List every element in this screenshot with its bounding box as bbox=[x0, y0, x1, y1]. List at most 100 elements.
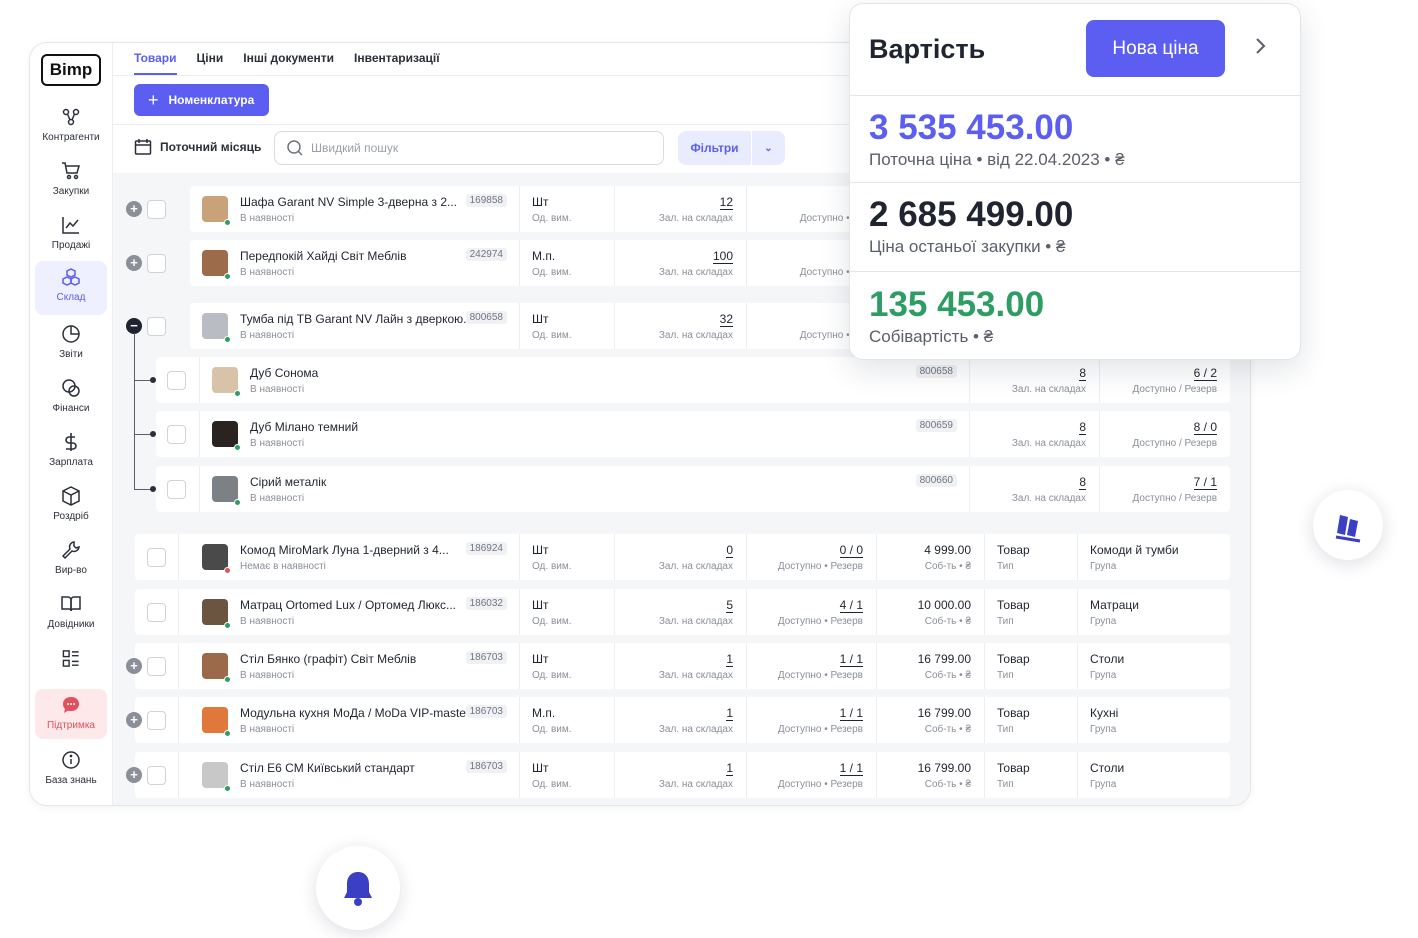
type-cell: Товар Тип bbox=[985, 643, 1078, 689]
new-price-button[interactable]: Нова ціна bbox=[1086, 20, 1225, 77]
sidebar-item-knowledge-base[interactable]: База знань bbox=[35, 744, 107, 794]
variant-name[interactable]: Сірий металік bbox=[250, 475, 326, 489]
sidebar-item-contacts[interactable]: Контрагенти bbox=[35, 101, 107, 151]
cell-value: 16 799.00 bbox=[918, 706, 971, 720]
sidebar-item-reports[interactable]: Звіти bbox=[35, 318, 107, 368]
product-cell[interactable]: Модульна кухня МоДа / MoDa VIP-master В н… bbox=[190, 697, 520, 743]
sidebar-item-support[interactable]: Підтримка bbox=[35, 689, 107, 739]
product-name[interactable]: Тумба під ТВ Garant NV Лайн з дверкою... bbox=[240, 312, 473, 326]
product-cell[interactable]: Передпокій Хайді Світ Меблів В наявності 2… bbox=[190, 240, 520, 286]
collapse-toggle[interactable]: − bbox=[126, 318, 142, 334]
variant-row[interactable]: Сірий металік В наявності 800660 8 Зал. на с… bbox=[156, 466, 1230, 512]
chart-line-icon bbox=[62, 217, 79, 234]
cell-value: 8 bbox=[1079, 420, 1086, 435]
cell-label: Доступно • Резерв bbox=[777, 616, 863, 627]
tab-products[interactable]: Товари bbox=[134, 51, 177, 75]
chevron-right-icon[interactable] bbox=[1250, 36, 1270, 56]
table-row[interactable]: Матрац Ortomed Lux / Ортомед Люкс... В на… bbox=[135, 589, 1230, 635]
cell-label: Група bbox=[1090, 561, 1117, 572]
cell-label: Од. вим. bbox=[532, 616, 572, 627]
table-row[interactable]: Стіл Е6 СМ Київський стандарт В наявності… bbox=[135, 752, 1230, 798]
type-cell: Товар Тип bbox=[985, 534, 1078, 580]
product-cell[interactable]: Комод MiroMark Луна 1-дверний з 4... Нема… bbox=[190, 534, 520, 580]
logo[interactable]: Bimp bbox=[41, 54, 101, 86]
table-row[interactable]: Шафа Garant NV Simple 3-дверна з 2... В н… bbox=[190, 186, 910, 232]
variant-row[interactable]: Дуб Мілано темний В наявності 800659 8 Зал. … bbox=[156, 411, 1230, 457]
product-name[interactable]: Комод MiroMark Луна 1-дверний з 4... bbox=[240, 543, 449, 557]
row-checkbox[interactable] bbox=[147, 317, 166, 336]
product-name[interactable]: Шафа Garant NV Simple 3-дверна з 2... bbox=[240, 195, 457, 209]
product-name[interactable]: Матрац Ortomed Lux / Ортомед Люкс... bbox=[240, 598, 456, 612]
product-code: 186703 bbox=[465, 705, 507, 718]
row-checkbox[interactable] bbox=[147, 766, 166, 785]
row-checkbox[interactable] bbox=[147, 657, 166, 676]
sidebar-item-salary[interactable]: Зарплата bbox=[35, 426, 107, 476]
sidebar-item-finance[interactable]: Фінанси bbox=[35, 372, 107, 422]
tab-inventory[interactable]: Інвентаризації bbox=[354, 51, 440, 75]
cell-label: Зал. на складах bbox=[1011, 493, 1086, 504]
table-row[interactable]: Передпокій Хайді Світ Меблів В наявності 2… bbox=[190, 240, 910, 286]
product-cell[interactable]: Шафа Garant NV Simple 3-дверна з 2... В н… bbox=[190, 186, 520, 232]
row-checkbox[interactable] bbox=[167, 480, 186, 499]
cell-label: Од. вим. bbox=[532, 213, 572, 224]
row-checkbox[interactable] bbox=[147, 548, 166, 567]
product-name[interactable]: Передпокій Хайді Світ Меблів bbox=[240, 249, 406, 263]
cell-label: Група bbox=[1090, 616, 1117, 627]
product-cell[interactable]: Дуб Сонома В наявності 800658 bbox=[200, 357, 970, 403]
cell-label: Зал. на складах bbox=[1011, 384, 1086, 395]
product-thumbnail bbox=[202, 196, 228, 222]
product-cell[interactable]: Матрац Ortomed Lux / Ортомед Люкс... В на… bbox=[190, 589, 520, 635]
expand-toggle[interactable]: + bbox=[126, 658, 142, 674]
tab-other-documents[interactable]: Інші документи bbox=[243, 51, 334, 75]
sidebar-item-sales[interactable]: Продажі bbox=[35, 209, 107, 259]
expand-toggle[interactable]: + bbox=[126, 201, 142, 217]
brand-floating-button[interactable] bbox=[1313, 490, 1383, 560]
row-checkbox[interactable] bbox=[147, 711, 166, 730]
product-cell[interactable]: Тумба під ТВ Garant NV Лайн з дверкою...… bbox=[190, 303, 520, 349]
row-checkbox[interactable] bbox=[147, 603, 166, 622]
stock-cell: 1 Зал. на складах bbox=[615, 752, 747, 798]
sidebar-item-production[interactable]: Вир-во bbox=[35, 534, 107, 584]
table-row[interactable]: Модульна кухня МоДа / MoDa VIP-master В н… bbox=[135, 697, 1230, 743]
unit-cell: Шт Од. вим. bbox=[520, 186, 615, 232]
product-cell[interactable]: Стіл Е6 СМ Київський стандарт В наявності… bbox=[190, 752, 520, 798]
expand-toggle[interactable]: + bbox=[126, 255, 142, 271]
chevron-down-icon[interactable]: ⌄ bbox=[752, 143, 785, 154]
sidebar-item-directories[interactable]: Довідники bbox=[35, 588, 107, 638]
cell-label: Група bbox=[1090, 779, 1117, 790]
row-checkbox[interactable] bbox=[147, 200, 166, 219]
search-input[interactable]: Швидкий пошук bbox=[274, 131, 664, 165]
variant-row[interactable]: Дуб Сонома В наявності 800658 8 Зал. на скла… bbox=[156, 357, 1230, 403]
expand-toggle[interactable]: + bbox=[126, 712, 142, 728]
sidebar-item-warehouse[interactable]: Склад bbox=[35, 261, 107, 315]
sidebar-item-retail[interactable]: Роздріб bbox=[35, 480, 107, 530]
period-selector[interactable]: Поточний місяць bbox=[134, 138, 261, 156]
cost-label: Собівартість • ₴ bbox=[869, 327, 994, 346]
table-row[interactable]: Стіл Бянко (графіт) Світ Меблів В наявнос… bbox=[135, 643, 1230, 689]
variant-swatch bbox=[212, 476, 238, 502]
row-checkbox[interactable] bbox=[147, 254, 166, 273]
available-cell: 1 / 1 Доступно • Резерв bbox=[747, 752, 877, 798]
product-name[interactable]: Стіл Е6 СМ Київський стандарт bbox=[240, 761, 415, 775]
table-row[interactable]: Комод MiroMark Луна 1-дверний з 4... Нема… bbox=[135, 534, 1230, 580]
notifications-button[interactable] bbox=[316, 846, 400, 930]
tab-prices[interactable]: Ціни bbox=[197, 51, 224, 75]
stock-cell: 0 Зал. на складах bbox=[615, 534, 747, 580]
row-checkbox[interactable] bbox=[167, 425, 186, 444]
variant-name[interactable]: Дуб Мілано темний bbox=[250, 420, 358, 434]
expand-toggle[interactable]: + bbox=[126, 767, 142, 783]
product-name[interactable]: Модульна кухня МоДа / MoDa VIP-master bbox=[240, 706, 470, 720]
table-row[interactable]: Тумба під ТВ Garant NV Лайн з дверкою...… bbox=[190, 303, 910, 349]
sidebar-item-purchases[interactable]: Закупки bbox=[35, 155, 107, 205]
product-name[interactable]: Стіл Бянко (графіт) Світ Меблів bbox=[240, 652, 416, 666]
variant-name[interactable]: Дуб Сонома bbox=[250, 366, 318, 380]
sidebar-item-more[interactable] bbox=[35, 643, 107, 673]
product-cell[interactable]: Сірий металік В наявності 800660 bbox=[200, 466, 970, 512]
filters-button[interactable]: Фільтри ⌄ bbox=[678, 131, 785, 165]
product-cell[interactable]: Стіл Бянко (графіт) Світ Меблів В наявнос… bbox=[190, 643, 520, 689]
row-checkbox[interactable] bbox=[167, 371, 186, 390]
add-nomenclature-button[interactable]: + Номенклатура bbox=[134, 84, 269, 116]
cell-value: Товар bbox=[997, 706, 1030, 720]
cell-value: 8 bbox=[1079, 475, 1086, 490]
product-cell[interactable]: Дуб Мілано темний В наявності 800659 bbox=[200, 411, 970, 457]
